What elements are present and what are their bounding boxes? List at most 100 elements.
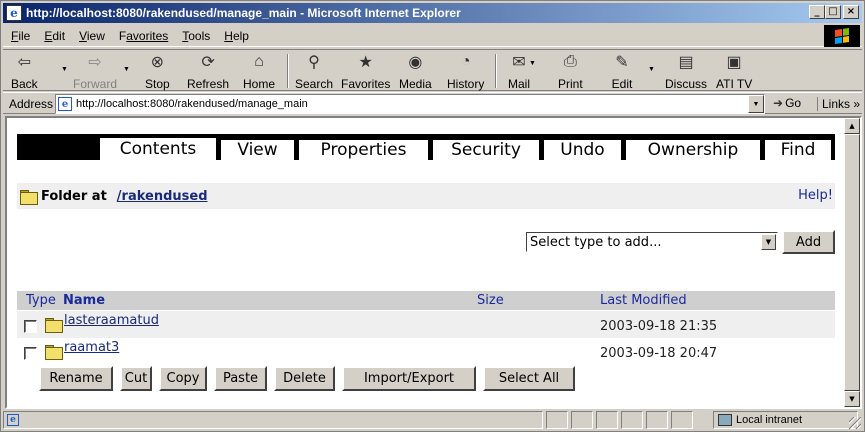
go-button[interactable]: ➜ Go (773, 96, 801, 110)
action-buttons: Rename Cut Copy Paste Delete Import/Expo… (7, 366, 846, 392)
column-name[interactable]: Name (63, 293, 105, 308)
copy-button[interactable]: Copy (159, 366, 207, 391)
tab-undo[interactable]: Undo (543, 139, 622, 160)
edit-button[interactable]: ✎ Edit (611, 52, 633, 91)
address-bar: Address e http://localhost:8080/rakendus… (3, 92, 862, 114)
menu-file[interactable]: File (3, 29, 36, 43)
tab-security[interactable]: Security (432, 139, 540, 160)
delete-button[interactable]: Delete (274, 366, 335, 391)
status-text: e (3, 411, 543, 429)
add-button[interactable]: Add (782, 230, 835, 254)
row-checkbox[interactable] (24, 347, 37, 360)
paste-button[interactable]: Paste (214, 366, 267, 391)
history-icon: ◔ (460, 53, 471, 70)
add-type-selected: Select type to add... (530, 234, 662, 250)
refresh-button[interactable]: ⟳ Refresh (187, 52, 229, 91)
resize-grip-icon[interactable] (849, 417, 861, 429)
discuss-icon: ▤ (678, 54, 694, 71)
forward-button[interactable]: ⇨ Forward (73, 52, 117, 91)
computer-icon (718, 414, 732, 426)
print-button[interactable]: ⎙ Print (558, 52, 583, 91)
table-row: raamat3 2003-09-18 20:47 (17, 338, 835, 365)
minimize-button[interactable]: _ (809, 5, 825, 19)
import-export-button[interactable]: Import/Export (342, 366, 476, 391)
ati-tv-button[interactable]: ▣ ATI TV (716, 52, 752, 91)
links-button[interactable]: Links » (817, 97, 860, 111)
folder-icon (45, 345, 63, 360)
address-url: http://localhost:8080/rakendused/manage_… (76, 98, 308, 110)
add-type-select[interactable]: Select type to add... ▼ (526, 232, 778, 252)
help-link[interactable]: Help! (798, 188, 833, 203)
page-viewport: Contents View Properties Security Undo O… (5, 116, 862, 409)
zope-manage-page: Contents View Properties Security Undo O… (7, 118, 846, 407)
search-icon: ⚲ (308, 54, 320, 71)
edit-dropdown-icon[interactable]: ▼ (648, 66, 655, 73)
column-size[interactable]: Size (477, 293, 504, 308)
back-button[interactable]: ⇦ Back (11, 52, 38, 91)
column-type[interactable]: Type (26, 293, 56, 308)
scroll-up-icon[interactable]: ▲ (844, 118, 860, 134)
history-button[interactable]: ◔ History (447, 52, 484, 91)
printer-icon: ⎙ (563, 53, 577, 70)
search-button[interactable]: ⚲ Search (295, 52, 333, 91)
item-modified: 2003-09-18 21:35 (600, 319, 718, 334)
menu-edit[interactable]: Edit (36, 29, 71, 43)
toolbar-separator (495, 54, 497, 88)
ie-logo-icon: e (6, 5, 22, 21)
maximize-button[interactable]: □ (825, 5, 841, 19)
status-cell (621, 411, 643, 429)
menu-help[interactable]: Help (216, 29, 255, 43)
table-row: lasteraamatud 2003-09-18 21:35 (17, 311, 835, 338)
edit-document-icon: ✎ (615, 54, 629, 71)
favorites-star-icon: ★ (358, 54, 373, 71)
discuss-button[interactable]: ▤ Discuss (665, 52, 707, 91)
tab-properties[interactable]: Properties (298, 139, 429, 160)
back-arrow-icon: ⇦ (17, 54, 32, 71)
media-icon: ◉ (408, 54, 423, 71)
menu-bar: File Edit View Favorites Tools Help (3, 25, 862, 47)
forward-dropdown-icon[interactable]: ▼ (123, 66, 130, 73)
security-zone: Local intranet (713, 411, 858, 429)
media-button[interactable]: ◉ Media (399, 52, 432, 91)
item-name-link[interactable]: raamat3 (64, 340, 119, 355)
location-prefix: Folder at (41, 188, 107, 204)
mail-button[interactable]: ✉ Mail (508, 52, 530, 91)
chevron-down-icon[interactable]: ▼ (761, 234, 776, 250)
address-input[interactable]: e http://localhost:8080/rakendused/manag… (55, 94, 765, 114)
forward-arrow-icon: ⇨ (88, 54, 102, 71)
tv-icon: ▣ (726, 54, 742, 71)
address-dropdown-icon[interactable]: ▼ (748, 95, 764, 113)
scroll-down-icon[interactable]: ▼ (844, 391, 860, 407)
close-button[interactable]: × (843, 5, 859, 19)
go-arrow-icon: ➜ (773, 96, 784, 110)
home-icon: ⌂ (254, 53, 264, 70)
menu-view[interactable]: View (71, 29, 111, 43)
back-dropdown-icon[interactable]: ▼ (61, 66, 68, 73)
row-checkbox[interactable] (24, 320, 37, 333)
folder-icon (20, 189, 38, 205)
column-last-modified[interactable]: Last Modified (600, 293, 687, 308)
location-bar: Folder at /rakendused Help! (17, 183, 835, 209)
item-modified: 2003-09-18 20:47 (600, 346, 718, 361)
tab-ownership[interactable]: Ownership (625, 139, 761, 160)
window-controls: _ □ × (809, 5, 859, 19)
toolbar: ⇦ Back ▼ ⇨ Forward ▼ ⊗ Stop ⟳ Refresh ⌂ … (3, 49, 862, 91)
location-path-link[interactable]: /rakendused (117, 189, 208, 204)
vertical-scrollbar[interactable]: ▲ ▼ (844, 118, 860, 407)
home-button[interactable]: ⌂ Home (243, 52, 275, 91)
status-cell (571, 411, 593, 429)
menu-tools[interactable]: Tools (174, 29, 216, 43)
menu-favorites[interactable]: Favorites (111, 29, 174, 43)
rename-button[interactable]: Rename (39, 366, 113, 391)
scroll-thumb[interactable] (844, 134, 860, 391)
item-name-link[interactable]: lasteraamatud (64, 313, 159, 328)
favorites-button[interactable]: ★ Favorites (341, 52, 390, 91)
tab-view[interactable]: View (220, 139, 295, 160)
stop-button[interactable]: ⊗ Stop (145, 52, 170, 91)
select-all-button[interactable]: Select All (483, 366, 575, 391)
mail-dropdown-icon[interactable]: ▼ (529, 60, 536, 67)
tab-contents[interactable]: Contents (99, 137, 217, 160)
cut-button[interactable]: Cut (120, 366, 152, 391)
status-cell (671, 411, 693, 429)
tab-find[interactable]: Find (764, 139, 832, 160)
